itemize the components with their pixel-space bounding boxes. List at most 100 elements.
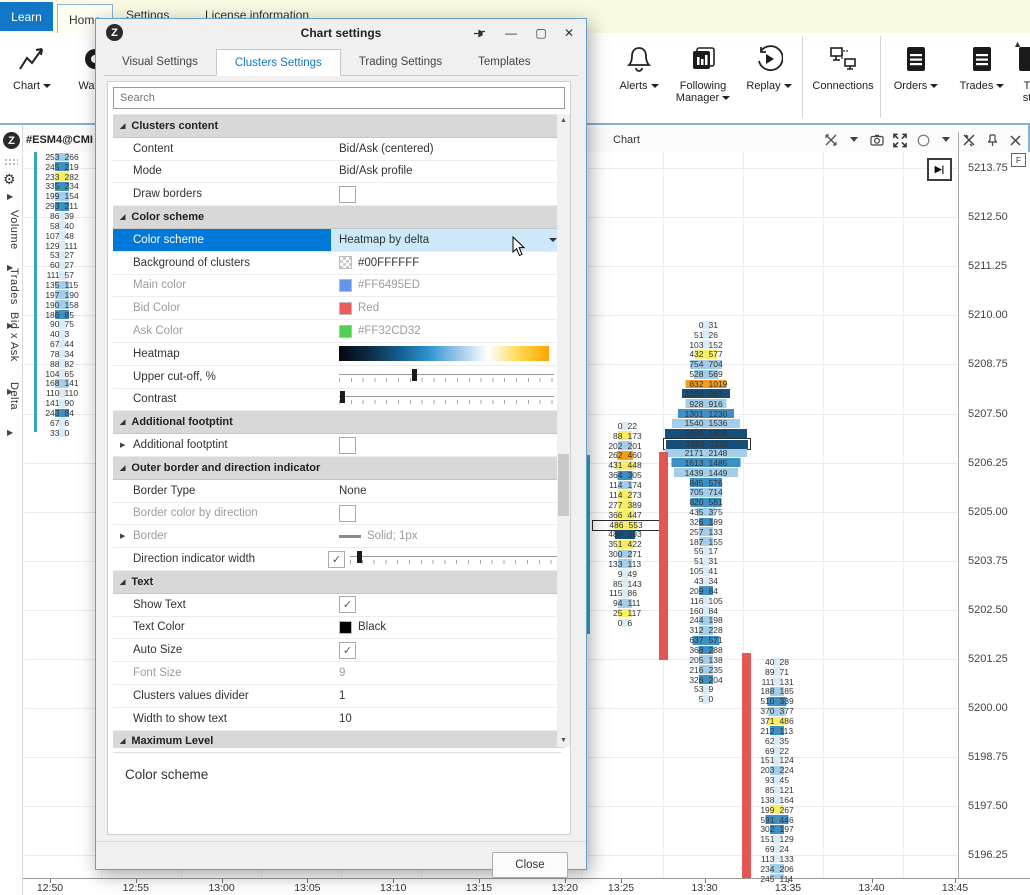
setting-value[interactable]: Bid/Ask profile bbox=[331, 161, 565, 183]
slider-thumb[interactable] bbox=[412, 369, 417, 381]
setting-row-draw-borders[interactable]: Draw borders bbox=[113, 183, 565, 206]
setting-row-font-size[interactable]: Font Size9 bbox=[113, 662, 565, 685]
setting-row-bid-color[interactable]: Bid ColorRed bbox=[113, 297, 565, 320]
tab-clusters-settings[interactable]: Clusters Settings bbox=[216, 49, 341, 76]
setting-value[interactable]: #00FFFFFF bbox=[331, 252, 565, 274]
close-icon[interactable]: ✕ bbox=[558, 23, 580, 43]
drag-handle-icon[interactable] bbox=[4, 158, 18, 166]
tab-templates[interactable]: Templates bbox=[460, 49, 548, 74]
ribbon-button-following-manager[interactable]: Following Manager bbox=[672, 38, 734, 116]
dropdown-caret-icon[interactable] bbox=[549, 238, 557, 242]
checkbox-checked[interactable]: ✓ bbox=[339, 642, 356, 659]
checkbox-checked[interactable]: ✓ bbox=[328, 551, 345, 568]
slider[interactable] bbox=[339, 369, 554, 385]
color-swatch[interactable] bbox=[339, 256, 352, 269]
setting-row-heatmap[interactable]: Heatmap bbox=[113, 343, 565, 366]
setting-row-border-type[interactable]: Border TypeNone bbox=[113, 480, 565, 503]
crossed-arrows-icon[interactable] bbox=[824, 133, 838, 147]
setting-row-direction-indicator-width[interactable]: Direction indicator width✓ bbox=[113, 548, 565, 571]
setting-value[interactable] bbox=[331, 503, 565, 525]
slider[interactable] bbox=[350, 551, 565, 567]
setting-value[interactable]: 1 bbox=[331, 685, 565, 707]
scrollbar[interactable]: ▲ ▼ bbox=[557, 114, 570, 747]
setting-row-contrast[interactable]: Contrast bbox=[113, 389, 565, 412]
settings-section-header[interactable]: ◢Additional footptint bbox=[113, 411, 565, 434]
caret-down-icon[interactable] bbox=[847, 133, 861, 147]
setting-row-content[interactable]: ContentBid/Ask (centered) bbox=[113, 138, 565, 161]
sidebar-item-volume[interactable]: Volume bbox=[2, 210, 20, 250]
settings-section-header[interactable]: ◢Outer border and direction indicator bbox=[113, 457, 565, 480]
footprint-mode-badge[interactable]: F bbox=[1011, 153, 1026, 167]
setting-value[interactable]: Heatmap by delta bbox=[331, 229, 565, 251]
setting-row-width-to-show-text[interactable]: Width to show text10 bbox=[113, 708, 565, 731]
setting-row-color-scheme[interactable]: Color schemeHeatmap by delta bbox=[113, 229, 565, 252]
color-swatch[interactable] bbox=[339, 325, 352, 338]
setting-row-text-color[interactable]: Text ColorBlack bbox=[113, 617, 565, 640]
pin-icon[interactable] bbox=[468, 23, 490, 43]
pin-icon[interactable] bbox=[985, 133, 999, 147]
setting-value[interactable]: #FF32CD32 bbox=[331, 320, 565, 342]
learn-button[interactable]: Learn bbox=[0, 2, 53, 31]
close-icon[interactable] bbox=[1008, 133, 1022, 147]
scroll-up-icon[interactable]: ▲ bbox=[557, 114, 570, 127]
setting-value[interactable] bbox=[331, 434, 565, 456]
setting-row-additional-footptint[interactable]: ▶Additional footptint bbox=[113, 434, 565, 457]
ribbon-button-orders[interactable]: Orders bbox=[886, 38, 946, 116]
setting-value[interactable] bbox=[331, 343, 565, 365]
color-swatch[interactable] bbox=[339, 279, 352, 292]
setting-row-upper-cut-off-[interactable]: Upper cut-off, % bbox=[113, 366, 565, 389]
chart-panel-header[interactable]: Chart bbox=[585, 128, 1030, 152]
settings-section-header[interactable]: ◢Text bbox=[113, 571, 565, 594]
setting-value[interactable] bbox=[331, 183, 565, 205]
checkbox[interactable] bbox=[339, 186, 356, 203]
minimize-icon[interactable]: — bbox=[500, 23, 522, 43]
setting-value[interactable]: ✓ bbox=[331, 639, 565, 661]
collapse-ribbon-icon[interactable]: ▲ bbox=[1013, 39, 1022, 49]
setting-value[interactable]: Black bbox=[331, 617, 565, 639]
setting-row-ask-color[interactable]: Ask Color#FF32CD32 bbox=[113, 320, 565, 343]
camera-icon[interactable] bbox=[870, 133, 884, 147]
dialog-titlebar[interactable]: Z Chart settings — ▢ ✕ bbox=[96, 19, 586, 47]
caret-down-icon[interactable] bbox=[939, 133, 953, 147]
setting-value[interactable]: #FF6495ED bbox=[331, 275, 565, 297]
ribbon-button-trades[interactable]: Trades bbox=[952, 38, 1012, 116]
fullscreen-icon[interactable] bbox=[893, 133, 907, 147]
expander-icon[interactable]: ▶ bbox=[120, 532, 125, 540]
checkbox[interactable] bbox=[339, 437, 356, 454]
setting-value[interactable]: None bbox=[331, 480, 565, 502]
sidebar-item-bid-x-ask[interactable]: Bid x Ask bbox=[2, 312, 20, 362]
setting-value[interactable] bbox=[331, 389, 565, 411]
close-button[interactable]: Close bbox=[492, 852, 568, 878]
color-swatch[interactable] bbox=[339, 621, 352, 634]
ribbon-button-alerts[interactable]: Alerts bbox=[612, 38, 666, 116]
sidebar-item-delta[interactable]: Delta bbox=[2, 382, 20, 410]
setting-row-clusters-values-divider[interactable]: Clusters values divider1 bbox=[113, 685, 565, 708]
checkbox-checked[interactable]: ✓ bbox=[339, 596, 356, 613]
setting-row-main-color[interactable]: Main color#FF6495ED bbox=[113, 275, 565, 298]
tab-trading-settings[interactable]: Trading Settings bbox=[341, 49, 460, 74]
heatmap-gradient-bar[interactable] bbox=[339, 346, 549, 361]
color-swatch[interactable] bbox=[339, 302, 352, 315]
setting-value[interactable] bbox=[331, 366, 565, 388]
sidebar-expander-icon[interactable]: ▶ bbox=[7, 192, 13, 201]
setting-value[interactable]: Bid/Ask (centered) bbox=[331, 138, 565, 160]
gear-icon[interactable]: ⚙ bbox=[3, 171, 16, 187]
circle-icon[interactable] bbox=[916, 133, 930, 147]
setting-row-show-text[interactable]: Show Text✓ bbox=[113, 594, 565, 617]
setting-value[interactable]: ✓ bbox=[331, 594, 565, 616]
ribbon-button-t-st[interactable]: T st bbox=[1014, 38, 1030, 116]
time-axis[interactable]: 12:5012:5513:0013:0513:1013:1513:2013:25… bbox=[23, 878, 1030, 895]
setting-row-border[interactable]: ▶BorderSolid; 1px bbox=[113, 525, 565, 548]
go-to-realtime-button[interactable]: ▶| bbox=[927, 158, 952, 181]
ribbon-button-connections[interactable]: Connections bbox=[808, 38, 878, 116]
scrollbar-thumb[interactable] bbox=[558, 454, 569, 516]
settings-section-header[interactable]: ◢Clusters content bbox=[113, 115, 565, 138]
slider[interactable] bbox=[339, 391, 554, 407]
setting-row-mode[interactable]: ModeBid/Ask profile bbox=[113, 161, 565, 184]
setting-value[interactable]: Solid; 1px bbox=[331, 525, 565, 547]
slider-thumb[interactable] bbox=[340, 391, 345, 403]
setting-value[interactable]: Red bbox=[331, 297, 565, 319]
setting-row-auto-size[interactable]: Auto Size✓ bbox=[113, 639, 565, 662]
slider-thumb[interactable] bbox=[357, 551, 362, 563]
sidebar-item-trades[interactable]: Trades bbox=[2, 268, 20, 305]
